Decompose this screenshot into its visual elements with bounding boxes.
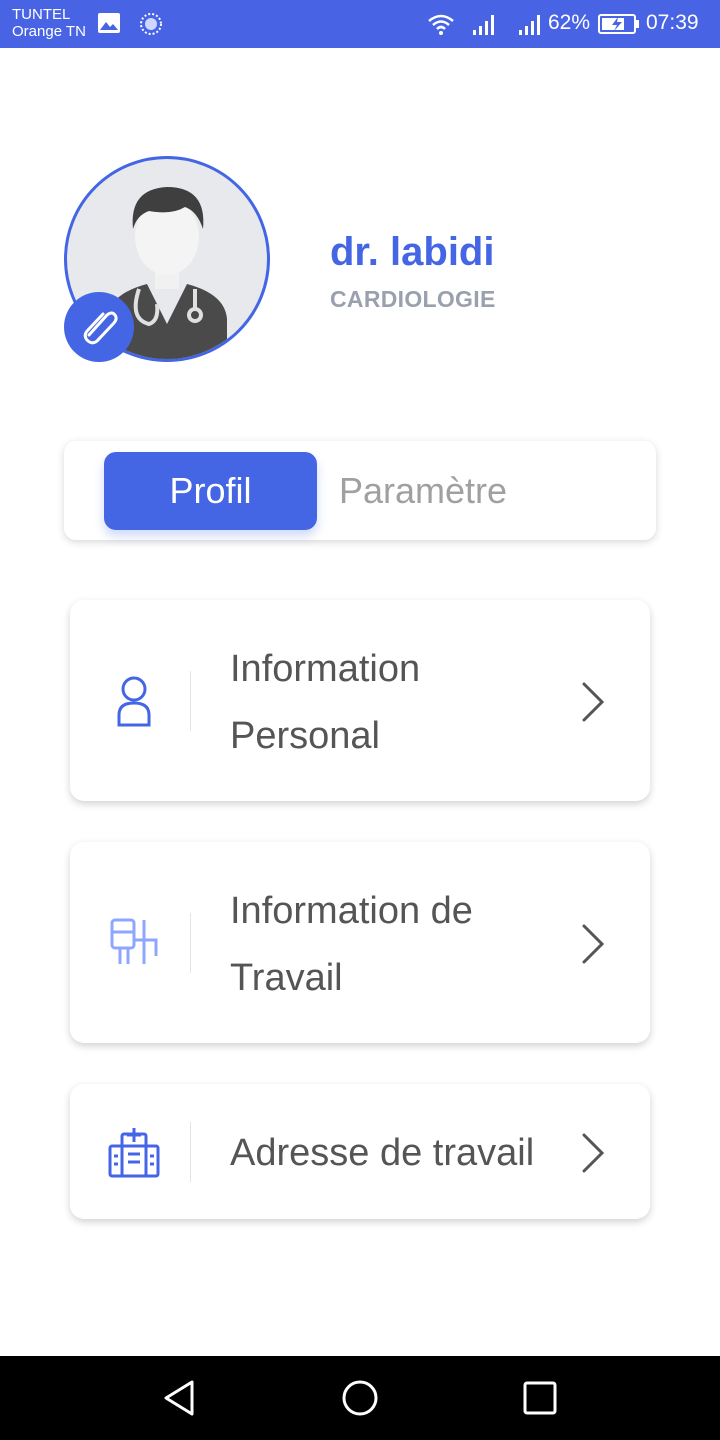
edit-avatar-button[interactable]	[64, 292, 134, 362]
card-label: Adresse de travail	[230, 1132, 535, 1174]
clock: 07:39	[646, 11, 699, 34]
card-divider	[190, 1122, 191, 1182]
card-label: Information de Travail	[230, 890, 473, 999]
battery-charging-icon	[598, 14, 640, 39]
card-information-personal[interactable]: Information Personal	[70, 600, 650, 801]
chevron-right-icon	[578, 1131, 608, 1180]
sync-icon	[139, 12, 163, 41]
doctor-specialty: CARDIOLOGIE	[330, 286, 496, 312]
signal-icon	[472, 12, 498, 41]
doctor-name: dr. labidi	[330, 230, 495, 274]
signal-icon	[518, 12, 544, 41]
tab-parametre[interactable]: Paramètre	[339, 452, 507, 530]
chevron-right-icon	[578, 922, 608, 971]
card-adresse-travail[interactable]: Adresse de travail	[70, 1084, 650, 1219]
image-icon	[97, 12, 121, 39]
profile-avatar	[64, 156, 270, 362]
card-divider	[190, 913, 191, 973]
paperclip-icon	[79, 305, 119, 350]
home-icon[interactable]	[340, 1378, 380, 1423]
chevron-right-icon	[578, 680, 608, 729]
status-bar: TUNTEL Orange TN 62% 07:39	[0, 0, 720, 48]
hospital-icon	[104, 1126, 164, 1178]
person-icon	[104, 673, 164, 729]
recents-icon[interactable]	[522, 1378, 558, 1423]
profile-tabs: Profil Paramètre	[64, 441, 656, 540]
battery-percent: 62%	[548, 11, 591, 34]
tab-profil[interactable]: Profil	[104, 452, 317, 530]
card-information-travail[interactable]: Information de Travail	[70, 842, 650, 1043]
system-nav-bar	[0, 1356, 720, 1440]
card-divider	[190, 671, 191, 731]
carrier-label: TUNTEL Orange TN	[12, 6, 86, 40]
card-label: Information Personal	[230, 648, 421, 757]
wifi-icon	[427, 13, 455, 40]
medical-equipment-icon	[104, 916, 164, 968]
back-icon[interactable]	[160, 1378, 200, 1423]
